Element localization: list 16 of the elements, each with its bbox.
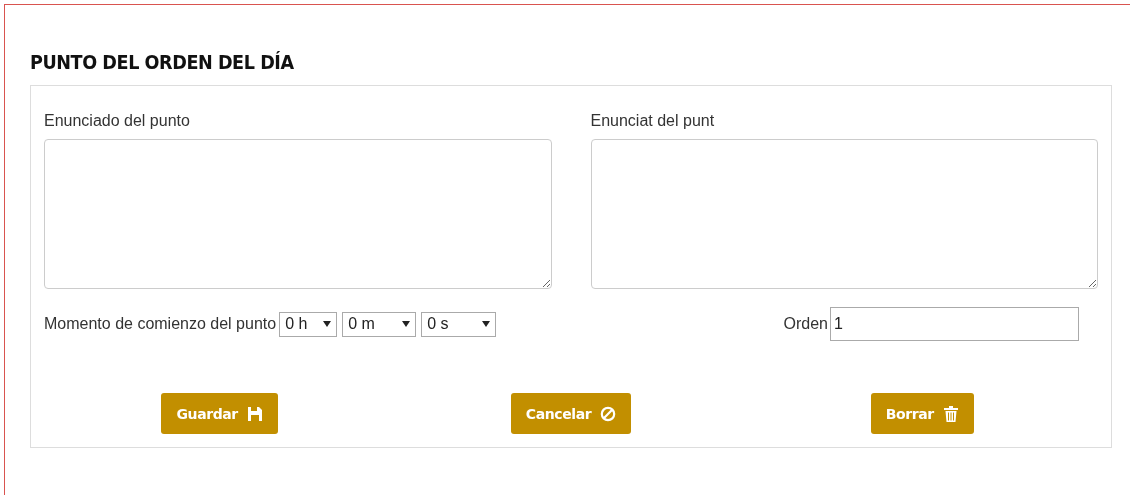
field-label: Momento de comienzo del punto <box>44 315 277 333</box>
dropdown[interactable]: 0 m <box>342 311 417 337</box>
text-area[interactable] <box>44 139 552 289</box>
field-label: Enunciado del punto <box>44 112 190 130</box>
caret-icon <box>482 321 491 327</box>
field-label: Enunciat del punt <box>590 112 715 130</box>
caret-icon <box>402 321 411 327</box>
section-title: PUNTO DEL ORDEN DEL DÍA <box>30 50 294 74</box>
dropdown[interactable]: 0 h <box>279 311 338 337</box>
dropdown[interactable]: 0 s <box>421 311 497 337</box>
caret-icon <box>323 321 332 327</box>
prohibited-icon <box>600 405 617 422</box>
trash-icon <box>942 405 959 422</box>
text-area[interactable] <box>590 139 1098 289</box>
order-field[interactable]: 1 <box>830 307 1079 341</box>
field-label: Orden <box>783 315 828 333</box>
